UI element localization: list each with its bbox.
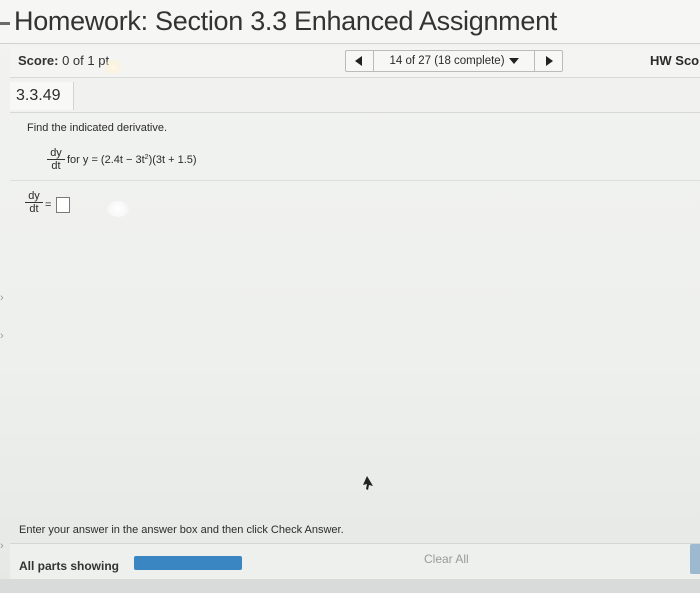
chevron-right-icon: › [0, 540, 4, 552]
given-derivative-denominator: dt [51, 160, 61, 172]
answer-derivative-denominator: dt [29, 203, 39, 215]
answer-derivative-numerator: dy [25, 190, 43, 203]
score-text: Score: 0 of 1 pt [18, 53, 109, 68]
given-derivative-fraction: dy dt [47, 147, 65, 172]
bottom-strip [0, 579, 700, 593]
footer-bar: All parts showing Clear All [10, 543, 700, 579]
function-prefix: for y = (2.4t − 3t [67, 154, 145, 166]
given-derivative-numerator: dy [47, 147, 65, 160]
question-select-dropdown[interactable]: 14 of 27 (18 complete) [374, 51, 534, 71]
previous-question-button[interactable] [346, 51, 374, 71]
score-value: 0 of 1 pt [62, 53, 110, 68]
clear-all-button[interactable]: Clear All [424, 552, 469, 566]
divider [10, 180, 700, 181]
divider [10, 112, 700, 113]
problem-number: 3.3.49 [10, 82, 74, 110]
score-label: Score: [18, 53, 59, 68]
question-position: 14 of 27 (18 complete) [389, 55, 505, 67]
parts-progress-bar [134, 556, 242, 570]
equals-sign: = [45, 199, 52, 211]
title-bar: Homework: Section 3.3 Enhanced Assignmen… [0, 0, 700, 44]
footer-instructions: Enter your answer in the answer box and … [19, 524, 344, 536]
question-navigator: 14 of 27 (18 complete) [345, 50, 563, 72]
parts-progress-fill [134, 556, 242, 570]
screen-glare [104, 60, 122, 74]
mouse-pointer-icon [363, 476, 373, 490]
caret-down-icon [508, 57, 519, 64]
given-function: for y = (2.4t − 3t2)(3t + 1.5) [67, 154, 197, 166]
answer-derivative-fraction: dy dt [25, 190, 43, 215]
chevron-right-icon: › [0, 292, 4, 304]
title-accent [0, 22, 10, 25]
answer-input-box[interactable] [56, 197, 70, 213]
screen-glare [107, 201, 129, 217]
problem-instructions: Find the indicated derivative. [27, 122, 168, 134]
homework-page: Homework: Section 3.3 Enhanced Assignmen… [0, 0, 700, 593]
parts-showing-label: All parts showing [19, 559, 120, 573]
function-suffix: )(3t + 1.5) [148, 154, 197, 166]
check-answer-button[interactable] [690, 544, 700, 574]
chevron-right-icon: › [0, 330, 4, 342]
page-title: Homework: Section 3.3 Enhanced Assignmen… [14, 6, 558, 36]
hw-score-label[interactable]: HW Sco [650, 53, 699, 68]
next-question-button[interactable] [534, 51, 562, 71]
